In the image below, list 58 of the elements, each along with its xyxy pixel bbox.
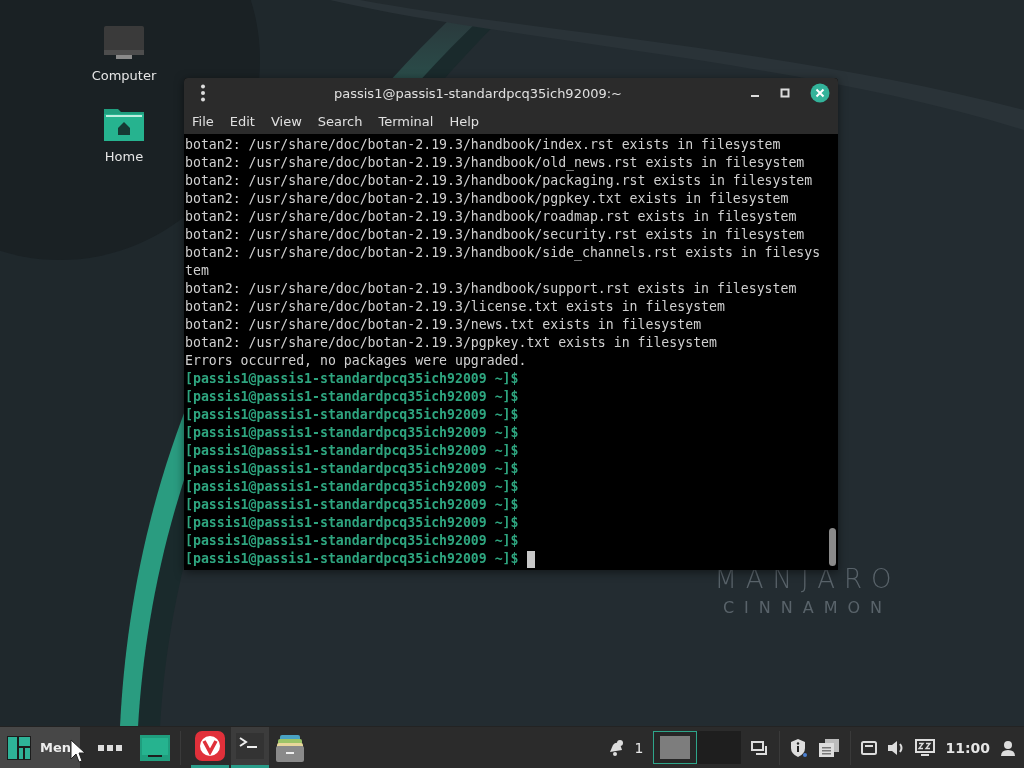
menu-logo-icon (6, 734, 32, 761)
scrollbar-thumb[interactable] (829, 528, 836, 566)
shell-prompt: [passis1@passis1-standardpcq35ich92009 ~]$ (185, 370, 519, 388)
terminal-output-line: botan2: /usr/share/doc/botan-2.19.3/handbook/support.rst exists in filesystem (185, 280, 797, 298)
terminal-output-line: Errors occurred, no packages were upgraded. (185, 352, 527, 370)
dots-icon[interactable] (98, 743, 122, 752)
terminal-output-line: botan2: /usr/share/doc/botan-2.19.3/news.txt exists in filesystem (185, 316, 702, 334)
notification-count: 1 (634, 739, 644, 756)
shell-prompt: [passis1@passis1-standardpcq35ich92009 ~]$ (185, 406, 519, 424)
workspace-switcher-button[interactable] (697, 731, 742, 764)
terminal-output-line: botan2: /usr/share/doc/botan-2.19.3/handbook/security.rst exists in filesystem (185, 226, 805, 244)
desktop-icon[interactable] (140, 734, 170, 761)
terminal-output-line: botan2: /usr/share/doc/botan-2.19.3/handbook/old_news.rst exists in filesystem (185, 154, 805, 172)
clock[interactable]: 11:00 (945, 739, 990, 756)
terminal-output-line: botan2: /usr/share/doc/botan-2.19.3/license.txt exists in filesystem (185, 298, 725, 316)
terminal-output-line: botan2: /usr/share/doc/botan-2.19.3/handbook/index.rst exists in filesystem (185, 136, 781, 154)
wallpaper-logo-subtext: CINNAMON (722, 597, 893, 619)
maximize-icon[interactable] (780, 88, 790, 98)
desktop-icon-label[interactable]: Home (104, 149, 144, 164)
terminal-output-line: botan2: /usr/share/doc/botan-2.19.3/handbook/pgpkey.txt exists in filesystem (185, 190, 789, 208)
desktop-icon-label[interactable]: Computer (91, 68, 157, 83)
network-icon[interactable] (861, 740, 878, 755)
terminal-output-line: botan2: /usr/share/doc/botan-2.19.3/handbook/packaging.rst exists in filesystem (185, 172, 813, 190)
kebab-menu-icon[interactable] (200, 84, 206, 102)
shell-prompt: [passis1@passis1-standardpcq35ich92009 ~]$ (185, 442, 519, 460)
workspace-switcher-button[interactable] (653, 731, 698, 764)
shell-prompt: [passis1@passis1-standardpcq35ich92009 ~]$ (185, 496, 519, 514)
display-sleep-icon[interactable] (915, 738, 936, 757)
menu-item[interactable]: Terminal (372, 113, 440, 129)
window-list-icon[interactable] (751, 739, 770, 756)
user-icon[interactable] (1000, 739, 1016, 756)
monitor-icon[interactable] (102, 24, 146, 62)
menu-item[interactable]: View (264, 113, 308, 129)
menu-item[interactable]: File (186, 113, 220, 129)
window-title: passis1@passis1-standardpcq35ich92009:~ (333, 85, 623, 101)
mouse-cursor-icon (70, 739, 86, 763)
menu-button[interactable]: Men (0, 727, 80, 768)
notes-icon[interactable] (818, 737, 841, 758)
shield-info-icon[interactable] (790, 737, 809, 758)
terminal-output-line: botan2: /usr/share/doc/botan-2.19.3/handbook/side_channels.rst exists in filesys (185, 244, 821, 262)
shell-prompt: [passis1@passis1-standardpcq35ich92009 ~]$ (185, 460, 519, 478)
file-cabinet-icon (275, 732, 305, 763)
browser-icon (195, 731, 225, 761)
taskbar-app-button[interactable] (231, 727, 269, 768)
shell-prompt: [passis1@passis1-standardpcq35ich92009 ~]$ (185, 424, 519, 442)
menu-item[interactable]: Search (311, 113, 369, 129)
shell-prompt: [passis1@passis1-standardpcq35ich92009 ~]$ (185, 388, 519, 406)
terminal-output-line: tem (185, 262, 209, 280)
shell-prompt: [passis1@passis1-standardpcq35ich92009 ~]$ (185, 478, 519, 496)
menu-item[interactable]: Help (443, 113, 486, 129)
terminal-output-line: botan2: /usr/share/doc/botan-2.19.3/handbook/roadmap.rst exists in filesystem (185, 208, 797, 226)
shell-prompt: [passis1@passis1-standardpcq35ich92009 ~]$ (185, 532, 519, 550)
shell-prompt: [passis1@passis1-standardpcq35ich92009 ~]$ (185, 550, 519, 568)
close-icon[interactable] (810, 83, 830, 103)
terminal-icon (236, 733, 264, 759)
menu-item[interactable]: Edit (223, 113, 261, 129)
shell-prompt: [passis1@passis1-standardpcq35ich92009 ~]$ (185, 514, 519, 532)
terminal-output-line: botan2: /usr/share/doc/botan-2.19.3/pgpkey.txt exists in filesystem (185, 334, 717, 352)
